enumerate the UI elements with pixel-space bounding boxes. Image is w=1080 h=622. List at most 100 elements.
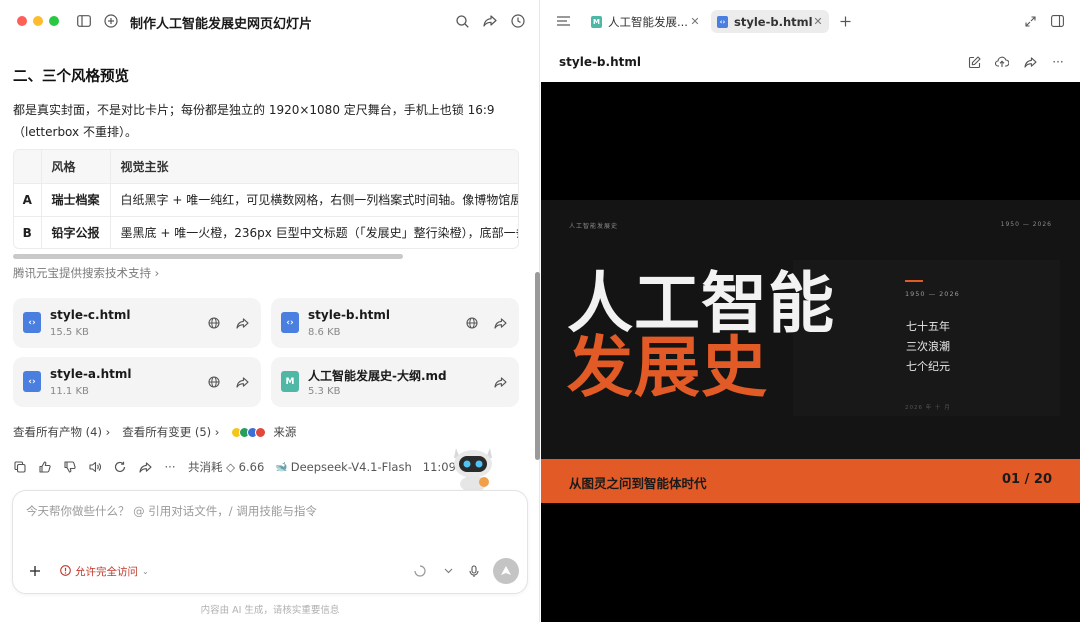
slide-title-line2: 发展史 xyxy=(567,329,768,406)
clock-icon[interactable] xyxy=(510,13,526,29)
edit-icon[interactable] xyxy=(966,54,982,70)
chat-vertical-scrollbar[interactable] xyxy=(535,272,540,460)
file-card[interactable]: ‹› style-b.html 8.6 KB xyxy=(271,298,519,348)
slide-cover: 人工智能发展史 1950 — 2026 人工智能 发展史 1950 — 2026… xyxy=(541,200,1080,503)
new-tab-icon[interactable] xyxy=(837,13,853,29)
slide-page-number: 01 / 20 xyxy=(1002,472,1052,487)
more-icon[interactable]: ··· xyxy=(163,460,177,474)
markdown-file-icon: M xyxy=(281,371,299,392)
copy-icon[interactable] xyxy=(13,460,27,474)
markdown-file-icon: M xyxy=(591,15,602,28)
slide-header-left: 人工智能发展史 xyxy=(569,223,619,230)
slide-side-item: 七个纪元 xyxy=(906,360,950,373)
slide-band-text: 从图灵之问到智能体时代 xyxy=(569,476,707,491)
token-cost: 共消耗 ◇ 6.66 xyxy=(188,460,265,474)
source-avatars xyxy=(231,426,267,438)
slide-side-item: 三次浪潮 xyxy=(906,340,950,353)
robot-mascot-icon xyxy=(454,448,492,492)
like-icon[interactable] xyxy=(38,460,52,474)
preview-file-name: style-b.html xyxy=(559,55,641,69)
table-horizontal-scrollbar[interactable] xyxy=(13,254,403,259)
model-name: 🐋 Deepseek-V4.1-Flash xyxy=(275,460,411,474)
view-artifacts-link[interactable]: 查看所有产物 (4) › xyxy=(13,424,110,440)
slide-header-right: 1950 — 2026 xyxy=(1000,221,1052,228)
sidebar-toggle-icon[interactable] xyxy=(76,13,92,29)
share-icon[interactable] xyxy=(1022,54,1038,70)
globe-icon[interactable] xyxy=(464,315,480,331)
more-icon[interactable]: ··· xyxy=(1050,54,1066,70)
close-icon[interactable]: ✕ xyxy=(812,15,824,28)
html-file-icon: ‹› xyxy=(23,371,41,392)
access-mode-label: 允许完全访问 xyxy=(75,566,138,578)
dislike-icon[interactable] xyxy=(63,460,77,474)
table-row: B 铅字公报 墨黑底 + 唯一火橙，236px 巨型中文标题（「发展史」整行染橙… xyxy=(14,216,518,248)
table-cell-vision: 白纸黑字 + 唯一纯红，可见横数网格，右侧一列档案式时间轴。像博物馆展陈， xyxy=(109,183,518,217)
upload-icon[interactable] xyxy=(994,54,1010,70)
send-icon xyxy=(501,566,511,575)
send-button[interactable] xyxy=(493,558,519,584)
share-icon[interactable] xyxy=(482,13,498,29)
maximize-window-button[interactable] xyxy=(49,16,59,26)
composer-input[interactable]: 今天帮你做些什么？ @ 引用对话文件，/ 调用技能与指令 xyxy=(26,503,317,519)
slide-bottom-band: 从图灵之问到智能体时代 01 / 20 xyxy=(541,459,1080,503)
file-card[interactable]: M 人工智能发展史-大纲.md 5.3 KB xyxy=(271,357,519,407)
slide-year-range: 1950 — 2026 xyxy=(905,290,960,298)
tab-label: style-b.html xyxy=(734,14,813,29)
view-changes-link[interactable]: 查看所有变更 (5) › xyxy=(122,424,219,440)
access-mode-dropdown[interactable]: 允许完全访问 ⌄ xyxy=(60,564,149,579)
slide-side-item: 七十五年 xyxy=(906,320,950,333)
search-icon[interactable] xyxy=(454,13,470,29)
globe-icon[interactable] xyxy=(206,374,222,390)
close-icon[interactable]: ✕ xyxy=(689,15,701,28)
table-header-row: 风格 视觉主张 xyxy=(14,150,518,184)
tab-style-b[interactable]: ‹› style-b.html ✕ xyxy=(711,10,829,33)
share-icon[interactable] xyxy=(492,374,508,390)
preview-pane: M 人工智能发展... ✕ ‹› style-b.html ✕ style-b.… xyxy=(541,0,1080,622)
slide-side-footer: 2026 年 十 月 xyxy=(905,405,951,411)
avatar xyxy=(255,426,267,438)
table-header-cell xyxy=(14,150,41,184)
menu-icon[interactable] xyxy=(555,13,571,29)
add-attachment-button[interactable] xyxy=(27,563,43,579)
html-file-icon: ‹› xyxy=(717,15,728,28)
search-source-note[interactable]: 腾讯元宝提供搜索技术支持 › xyxy=(13,265,159,281)
file-size: 8.6 KB xyxy=(308,327,341,338)
close-window-button[interactable] xyxy=(17,16,27,26)
file-name: 人工智能发展史-大纲.md xyxy=(308,369,447,383)
style-comparison-table[interactable]: 风格 视觉主张 A 瑞士档案 白纸黑字 + 唯一纯红，可见横数网格，右侧一列档案… xyxy=(13,149,519,249)
message-action-bar: ··· 共消耗 ◇ 6.66 🐋 Deepseek-V4.1-Flash 11:… xyxy=(13,458,456,476)
file-card[interactable]: ‹› style-c.html 15.5 KB xyxy=(13,298,261,348)
tab-label: 人工智能发展... xyxy=(608,14,688,29)
conversation-title: 制作人工智能发展史网页幻灯片 xyxy=(130,17,313,32)
accent-divider xyxy=(905,280,923,282)
speaker-icon[interactable] xyxy=(88,460,102,474)
share-icon[interactable] xyxy=(492,315,508,331)
file-card[interactable]: ‹› style-a.html 11.1 KB xyxy=(13,357,261,407)
file-size: 11.1 KB xyxy=(50,386,89,397)
table-cell-style: 铅字公报 xyxy=(40,216,111,248)
table-header-cell: 视觉主张 xyxy=(109,150,518,184)
share-icon[interactable] xyxy=(234,374,250,390)
warning-icon xyxy=(60,564,71,579)
expand-icon[interactable] xyxy=(1022,13,1038,29)
globe-icon[interactable] xyxy=(206,315,222,331)
share-icon[interactable] xyxy=(234,315,250,331)
minimize-window-button[interactable] xyxy=(33,16,43,26)
slide-stage: 人工智能发展史 1950 — 2026 人工智能 发展史 1950 — 2026… xyxy=(541,82,1080,622)
share-icon[interactable] xyxy=(138,460,152,474)
file-size: 5.3 KB xyxy=(308,386,341,397)
message-composer[interactable]: 今天帮你做些什么？ @ 引用对话文件，/ 调用技能与指令 允许完全访问 ⌄ xyxy=(12,490,528,594)
table-cell-id: A xyxy=(14,183,41,217)
chevron-down-icon[interactable] xyxy=(441,564,455,578)
html-file-icon: ‹› xyxy=(281,312,299,333)
panel-icon[interactable] xyxy=(1049,13,1065,29)
file-size: 15.5 KB xyxy=(50,327,89,338)
table-header-cell: 风格 xyxy=(40,150,111,184)
chevron-down-icon: ⌄ xyxy=(142,567,149,576)
new-chat-icon[interactable] xyxy=(103,13,119,29)
refresh-icon[interactable] xyxy=(113,460,127,474)
microphone-icon[interactable] xyxy=(467,564,481,578)
table-cell-style: 瑞士档案 xyxy=(40,183,111,217)
sources-link[interactable]: 来源 xyxy=(231,424,296,440)
tab-outline-md[interactable]: M 人工智能发展... ✕ xyxy=(585,10,705,33)
